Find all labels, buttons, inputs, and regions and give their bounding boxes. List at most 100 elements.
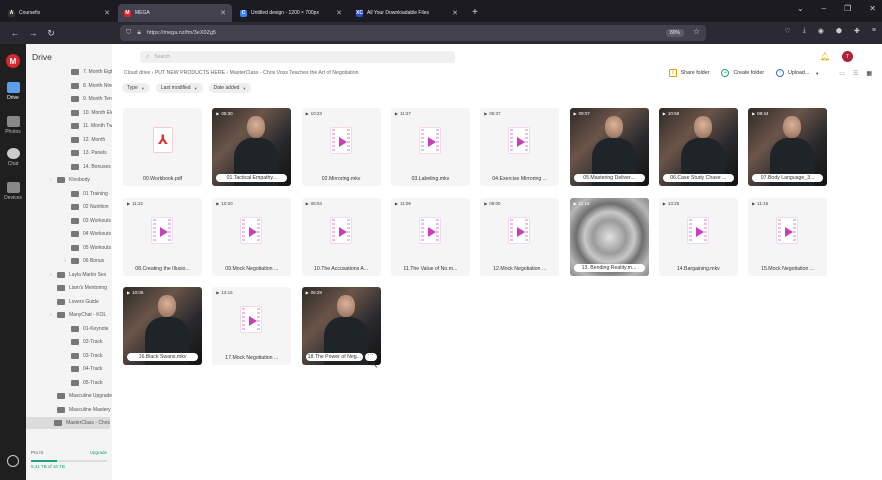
sidebar-folder-item[interactable]: 12. Month — [26, 134, 105, 146]
sidebar-folder-item[interactable]: 11. Month Twelve — [26, 120, 112, 132]
settings-icon[interactable] — [7, 455, 19, 467]
file-card[interactable]: ▶ 11:27 03.Labeling.mkv — [390, 108, 470, 186]
file-card[interactable]: ▶ 11:22 08.Creating the Illusio... — [123, 197, 202, 276]
sidebar-folder-item[interactable]: Liam's Mentoring — [26, 282, 107, 294]
browser-tab[interactable]: XC All Your Downloadable Files ✕ — [350, 4, 464, 22]
sidebar-folder-item[interactable]: 9. Month Ten — [26, 93, 112, 105]
url-bar[interactable]: ⛉ 🔒︎ https://mega.nz/fm/3eX0Zg5 80% ☆ — [120, 25, 706, 41]
sidebar-folder-item[interactable]: › Klnobody — [26, 174, 90, 186]
minimize-button[interactable]: – — [822, 4, 826, 13]
pocket-icon[interactable]: ♡ — [784, 27, 790, 35]
expand-arrow-icon[interactable]: › — [50, 312, 56, 318]
menu-icon[interactable]: ≡ — [872, 27, 876, 35]
file-card[interactable]: ▶ 11:15 15.Mock Negotiation ... — [748, 197, 828, 276]
folder-icon — [71, 379, 79, 386]
grid-view-icon[interactable]: ▦ — [866, 70, 872, 77]
sidebar-folder-item[interactable]: 03 Workouts — [26, 215, 111, 227]
breadcrumb[interactable]: Cloud drive › PUT NEW PRODUCTS HERE › Ma… — [124, 70, 358, 76]
browser-tab[interactable]: C Untitled design - 1200 × 700px ✕ — [234, 4, 348, 22]
zoom-level[interactable]: 80% — [665, 29, 684, 37]
create-folder-button[interactable]: + Create folder — [721, 69, 764, 77]
file-card[interactable]: ▶ 10:58 06.Case Study Chase ... — [658, 108, 738, 186]
file-card[interactable]: ▶ 13:25 14.Bargaining.mkv — [658, 197, 738, 276]
sidebar-folder-item[interactable]: 01 Training — [26, 188, 108, 200]
close-window-button[interactable]: ✕ — [869, 4, 876, 13]
sidebar-folder-item[interactable]: › ManyChat - KOL — [26, 309, 106, 321]
browser-tab[interactable]: M MEGA ✕ — [118, 4, 232, 22]
close-tab-icon[interactable]: ✕ — [452, 9, 458, 17]
file-card[interactable]: ▶ 08:44 07.Body Language_3... — [748, 108, 828, 186]
file-card[interactable]: ▶ 08:04 10.The Accusations A... — [301, 197, 381, 276]
file-card[interactable]: ▶ 08:00 12.Mock Negotiation ... — [480, 197, 560, 276]
sidebar-folder-item[interactable]: Masculine Upgrade — [26, 390, 112, 402]
sidebar-folder-item[interactable]: Lovers Guide — [26, 296, 99, 308]
close-tab-icon[interactable]: ✕ — [336, 9, 342, 17]
maximize-button[interactable]: ❐ — [844, 4, 851, 13]
chevron-down-icon[interactable]: ⌄ — [797, 4, 804, 13]
sidebar-folder-item[interactable]: 7. Month Eight — [26, 66, 112, 78]
sidebar-folder-item[interactable]: 14. Bonuses — [26, 161, 111, 173]
puzzle-icon[interactable]: ✚ — [854, 27, 860, 35]
account-icon[interactable]: ◉ — [818, 27, 824, 35]
info-icon[interactable]: ▭ — [839, 70, 845, 77]
share-folder-button[interactable]: ⇪ Share folder — [668, 69, 709, 77]
browser-tab[interactable]: A Coursefix ✕ — [2, 4, 116, 22]
file-card[interactable]: ▶ 10:20 09.Mock Negotiation ... — [212, 197, 292, 276]
file-card[interactable]: ▶ 06:37 04.Exercise Mirroring ... — [480, 108, 560, 186]
expand-arrow-icon[interactable]: › — [64, 258, 70, 264]
file-card[interactable]: ▶ 09:07 05.Mastering Deliver... — [569, 108, 649, 186]
close-tab-icon[interactable]: ✕ — [104, 9, 110, 17]
new-tab-button[interactable]: + — [472, 7, 478, 18]
notification-bell-icon[interactable]: 🔔︎ — [820, 52, 830, 61]
video-duration: ▶ 13:25 — [662, 200, 680, 206]
rail-devices[interactable]: Devices — [0, 182, 26, 201]
sidebar-folder-item[interactable]: 02-Track — [26, 336, 103, 348]
extension-icon[interactable]: ⬢ — [836, 27, 842, 35]
file-card[interactable]: ⅄ 00.Workbook.pdf — [123, 108, 202, 186]
mega-logo[interactable]: M — [6, 54, 20, 68]
sidebar-folder-item[interactable]: 05 Workouts — [26, 242, 111, 254]
sidebar-folder-item[interactable]: Masculine Mastery — [26, 404, 111, 416]
sidebar-folder-item[interactable]: 10. Month Eleven — [26, 107, 112, 119]
rail-chat[interactable]: Chat — [0, 148, 26, 167]
sidebar-folder-item[interactable]: 01-Keynote — [26, 323, 109, 335]
upgrade-link[interactable]: Upgrade — [90, 450, 107, 455]
search-bar[interactable]: ⌕ Search — [140, 51, 455, 63]
sidebar-folder-item[interactable]: 04 Workouts — [26, 228, 111, 240]
file-card[interactable]: ▶ 11:18 13. Bending Reality.m... — [569, 197, 649, 276]
filter-chip[interactable]: Date added ▼ — [208, 83, 252, 93]
reload-button[interactable]: ↻ — [42, 28, 60, 39]
sidebar-folder-item[interactable]: 03-Track — [26, 350, 103, 362]
downloads-icon[interactable]: ⤓ — [803, 27, 806, 35]
file-card[interactable]: ▶ 10:23 02.Mirroring.mkv — [301, 108, 381, 186]
bookmark-star-icon[interactable]: ☆ — [693, 27, 700, 36]
sidebar-folder-item[interactable]: MasterClass - Chris — [26, 417, 110, 429]
sidebar-folder-item[interactable]: › Layla Martin Sex — [26, 269, 106, 281]
expand-arrow-icon[interactable]: › — [50, 177, 56, 183]
file-card[interactable]: ▶ 11:09 11.The Value of No.m... — [390, 197, 470, 276]
sidebar-folder-item[interactable]: 13. Panels — [26, 147, 107, 159]
sidebar-folder-item[interactable]: 05-Track — [26, 377, 103, 389]
file-card[interactable]: ▶ 06:29 18.The Power of Neg... ··· — [301, 287, 381, 365]
sidebar-folder-item[interactable]: 02 Nutrition — [26, 201, 109, 213]
filter-chip[interactable]: Type ▼ — [122, 83, 150, 93]
list-view-icon[interactable]: ☰ — [853, 70, 858, 77]
back-button[interactable]: ← — [6, 28, 24, 38]
filter-chip[interactable]: Last modified ▼ — [155, 83, 203, 93]
sidebar-folder-item[interactable]: 8. Month Nine — [26, 80, 112, 92]
rail-photos[interactable]: Photos — [0, 116, 26, 135]
avatar[interactable]: T — [842, 51, 853, 62]
create-folder-label: Create folder — [733, 70, 765, 76]
file-card[interactable]: ▶ 13:15 17.Mock Negotiation ... — [212, 287, 292, 365]
expand-arrow-icon[interactable]: › — [50, 272, 56, 278]
sidebar-folder-item[interactable]: 04-Track — [26, 363, 103, 375]
rail-drive[interactable]: Drive — [0, 82, 26, 101]
sidebar-folder-item[interactable]: › 06 Bonus — [26, 255, 104, 267]
forward-button[interactable]: → — [24, 28, 42, 38]
play-icon: ▶ — [216, 290, 220, 295]
folder-icon — [71, 82, 79, 89]
upload-button[interactable]: ↑ Upload... ▼ — [776, 69, 819, 77]
file-card[interactable]: ▶ 10:06 16.Black Swans.mkv — [123, 287, 202, 365]
close-tab-icon[interactable]: ✕ — [220, 9, 226, 17]
file-card[interactable]: ▶ 05:30 01.Tactical Empathy... — [212, 108, 292, 186]
